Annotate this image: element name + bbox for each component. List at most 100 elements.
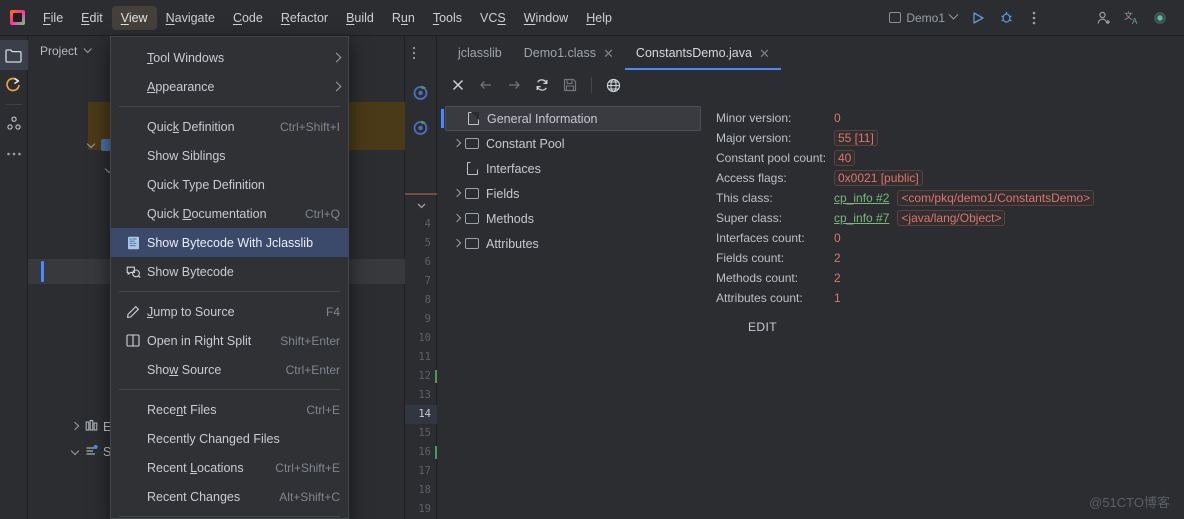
detail-label: Minor version: xyxy=(716,111,792,125)
line-number: 15 xyxy=(418,427,431,439)
node-label: Fields xyxy=(486,186,520,201)
menu-build[interactable]: Build xyxy=(337,6,383,30)
menu-shortcut: Ctrl+Q xyxy=(304,206,340,221)
menu-vcs[interactable]: VCS xyxy=(471,6,515,30)
more-vertical-icon[interactable] xyxy=(412,46,430,64)
menu-shortcut: Shift+Enter xyxy=(280,333,340,348)
menu-shortcut: Ctrl+E xyxy=(306,402,340,417)
run-target-icon[interactable] xyxy=(412,84,430,102)
menu-tools[interactable]: Tools xyxy=(424,6,471,30)
chevron-right-icon[interactable] xyxy=(451,188,465,200)
line-number: 17 xyxy=(418,465,431,477)
detail-value: 0 xyxy=(834,111,841,125)
chevron-right-icon[interactable] xyxy=(70,421,81,432)
menu-navigate[interactable]: Navigate xyxy=(157,6,224,30)
menu-item-quick-definition[interactable]: Quick Definition Ctrl+Shift+I xyxy=(111,112,348,141)
menu-item-tool-windows[interactable]: Tool Windows xyxy=(111,43,348,72)
jclasslib-node-interfaces[interactable]: Interfaces xyxy=(445,156,701,181)
add-account-icon[interactable] xyxy=(1090,4,1118,32)
notification-dot-icon[interactable] xyxy=(1146,4,1174,32)
cp-info-link[interactable]: cp_info #7 xyxy=(834,211,889,225)
rail-item-bookmarks[interactable] xyxy=(0,70,28,100)
split-icon xyxy=(119,334,147,347)
browse-icon[interactable] xyxy=(600,72,626,98)
chevron-down-icon[interactable] xyxy=(86,139,97,150)
gutter-collapse-icon[interactable] xyxy=(405,196,437,215)
run-play-icon[interactable] xyxy=(964,4,992,32)
run-configuration-selector[interactable]: Demo1 xyxy=(882,8,964,28)
detail-label: Super class: xyxy=(716,211,783,225)
tab-demo1-class[interactable]: Demo1.class ✕ xyxy=(513,36,625,70)
node-label: Constant Pool xyxy=(486,136,565,151)
detail-value: 0x0021 [public] xyxy=(834,170,923,186)
menu-item-recent-changes[interactable]: Recent Changes Alt+Shift+C xyxy=(111,482,348,511)
menu-item-show-bytecode-with-jclasslib[interactable]: Show Bytecode With Jclasslib xyxy=(111,228,348,257)
detail-row-minor-version: Minor version: 0 xyxy=(716,108,1176,128)
tab-constantsdemo-java[interactable]: ConstantsDemo.java ✕ xyxy=(624,36,781,70)
bytecode-icon xyxy=(119,265,147,279)
menu-item-recent-locations[interactable]: Recent Locations Ctrl+Shift+E xyxy=(111,453,348,482)
menu-item-show-bytecode[interactable]: Show Bytecode xyxy=(111,257,348,286)
detail-row-attributes-count: Attributes count: 1 xyxy=(716,288,1176,308)
jclasslib-node-constant-pool[interactable]: Constant Pool xyxy=(445,131,701,156)
line-number: 18 xyxy=(418,484,431,496)
run-target-icon[interactable] xyxy=(412,119,430,137)
menu-shortcut: Ctrl+Shift+I xyxy=(279,119,340,134)
close-icon[interactable]: ✕ xyxy=(759,47,770,60)
edit-button[interactable]: EDIT xyxy=(748,320,1176,334)
detail-label: Access flags: xyxy=(716,171,787,185)
chevron-right-icon[interactable] xyxy=(451,238,465,250)
menu-item-appearance[interactable]: Appearance xyxy=(111,72,348,101)
menu-shortcut: F4 xyxy=(325,304,340,319)
menu-refactor[interactable]: Refactor xyxy=(272,6,337,30)
translate-icon[interactable]: 文 A xyxy=(1118,4,1146,32)
detail-label: Fields count: xyxy=(716,251,785,265)
rail-item-structure[interactable] xyxy=(0,109,28,139)
menu-code[interactable]: Code xyxy=(224,6,272,30)
more-vertical-icon[interactable] xyxy=(1020,4,1048,32)
menu-item-jump-to-source[interactable]: Jump to Source F4 xyxy=(111,297,348,326)
tab-label: Demo1.class xyxy=(523,46,597,60)
menu-item-quick-type-definition[interactable]: Quick Type Definition xyxy=(111,170,348,199)
menu-item-show-source[interactable]: Show Source Ctrl+Enter xyxy=(111,355,348,384)
jclasslib-node-fields[interactable]: Fields xyxy=(445,181,701,206)
jclasslib-node-methods[interactable]: Methods xyxy=(445,206,701,231)
menu-item-recent-files[interactable]: Recent Files Ctrl+E xyxy=(111,395,348,424)
project-folder-icon xyxy=(5,48,22,63)
node-label: Interfaces xyxy=(486,161,541,176)
debug-bug-icon[interactable] xyxy=(992,4,1020,32)
rail-item-more[interactable] xyxy=(0,139,28,169)
menu-run[interactable]: Run xyxy=(383,6,424,30)
chevron-down-icon[interactable] xyxy=(70,446,81,457)
menu-item-open-in-right-split[interactable]: Open in Right Split Shift+Enter xyxy=(111,326,348,355)
menu-file[interactable]: File xyxy=(34,6,72,30)
menu-edit[interactable]: Edit xyxy=(72,6,112,30)
close-icon[interactable]: ✕ xyxy=(603,47,614,60)
menu-view[interactable]: View xyxy=(111,5,157,30)
back-icon[interactable] xyxy=(473,72,499,98)
chevron-down-icon[interactable] xyxy=(83,44,93,54)
tab-jclasslib[interactable]: jclasslib xyxy=(447,36,513,70)
detail-value: 2 xyxy=(834,271,841,285)
tab-label: ConstantsDemo.java xyxy=(635,46,752,60)
menu-item-recently-changed-files[interactable]: Recently Changed Files xyxy=(111,424,348,453)
detail-row-this-class: This class: cp_info #2 <com/pkq/demo1/Co… xyxy=(716,188,1176,208)
menu-item-quick-documentation[interactable]: Quick Documentation Ctrl+Q xyxy=(111,199,348,228)
menu-separator xyxy=(119,291,340,292)
cp-info-link[interactable]: cp_info #2 xyxy=(834,191,889,205)
forward-icon[interactable] xyxy=(501,72,527,98)
rail-item-project[interactable] xyxy=(0,40,28,70)
chevron-right-icon[interactable] xyxy=(451,213,465,225)
jclasslib-node-general-information[interactable]: General Information xyxy=(441,106,701,131)
chevron-right-icon[interactable] xyxy=(451,138,465,150)
jclasslib-node-attributes[interactable]: Attributes xyxy=(445,231,701,256)
close-icon[interactable] xyxy=(445,72,471,98)
menu-item-show-siblings[interactable]: Show Siblings xyxy=(111,141,348,170)
line-number: 9 xyxy=(424,313,431,325)
reload-icon[interactable] xyxy=(529,72,555,98)
node-label: General Information xyxy=(487,111,598,126)
menu-help[interactable]: Help xyxy=(577,6,621,30)
jclasslib-toolbar xyxy=(437,70,1184,100)
menu-window[interactable]: Window xyxy=(515,6,577,30)
save-icon[interactable] xyxy=(557,72,583,98)
